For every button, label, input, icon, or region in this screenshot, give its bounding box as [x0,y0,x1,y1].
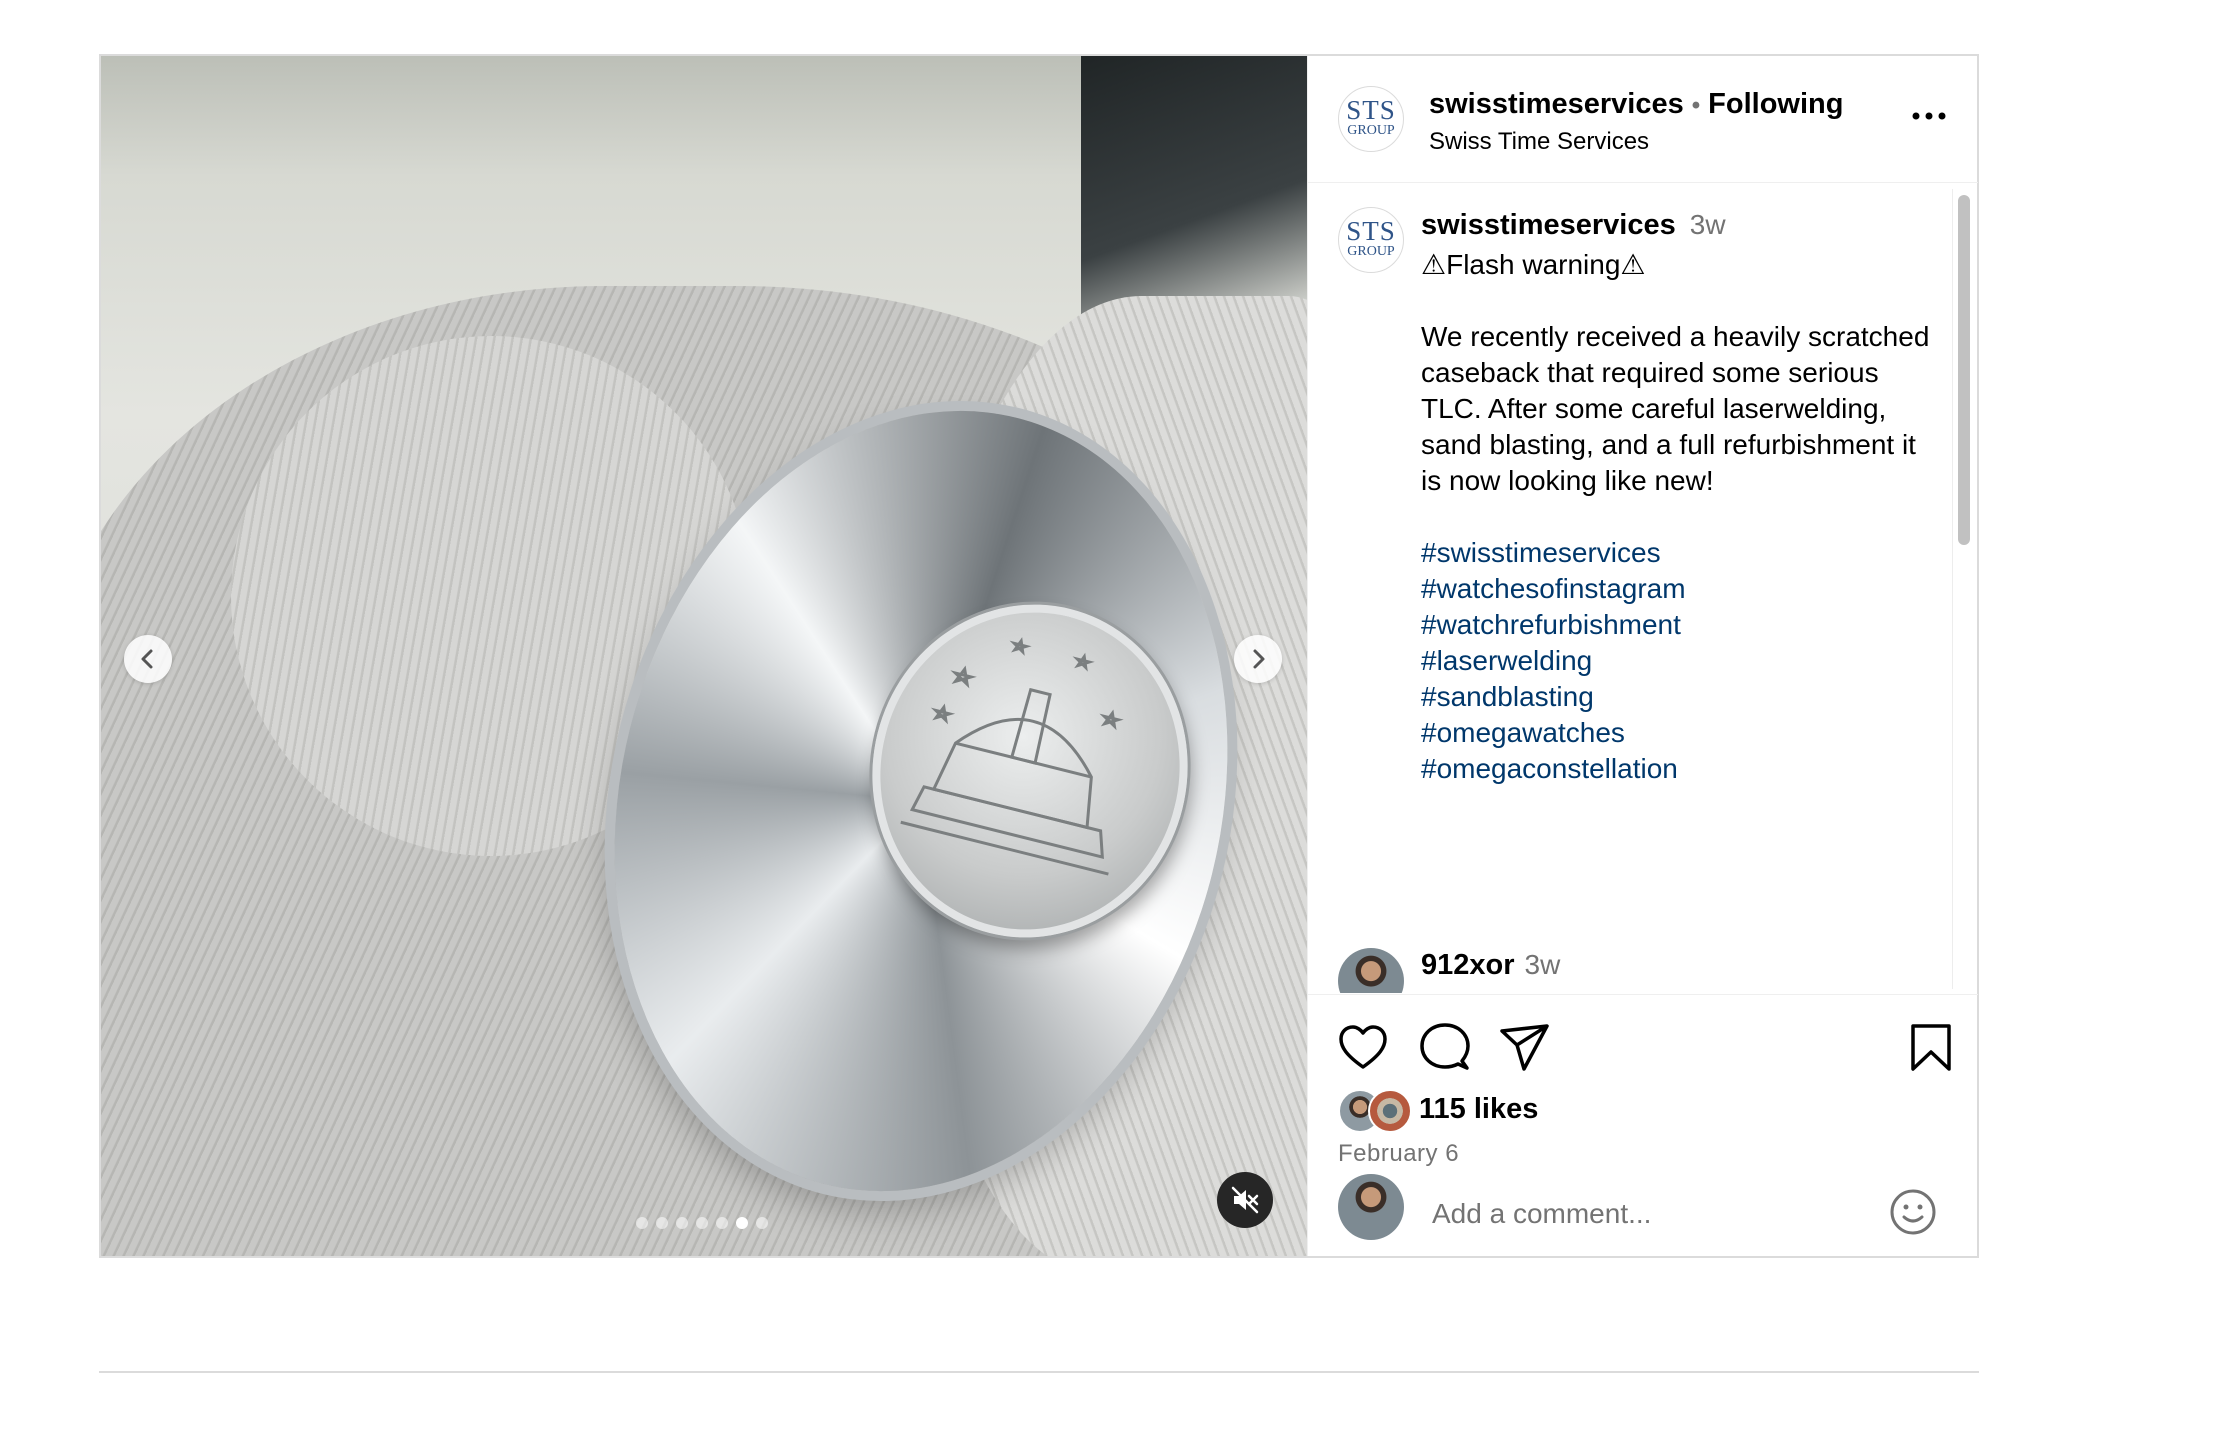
following-button[interactable]: Following [1708,88,1843,120]
comment-time[interactable]: 3w [1525,949,1561,980]
smiley-icon [1890,1189,1936,1235]
likes-count[interactable]: 115 likes [1419,1093,1538,1126]
background-shadow [1081,56,1307,316]
caption-text: ⚠Flash warning⚠ We recently received a h… [1421,247,1941,787]
header-user-row: swisstimeservices • Following [1429,88,1843,121]
post-media[interactable] [101,56,1307,1256]
post-header: STS GROUP swisstimeservices • Following Sw… [1308,56,1978,183]
carousel-dot [636,1217,648,1229]
carousel-dot [756,1217,768,1229]
avatar-logo-text: STS [1346,95,1396,125]
hashtag-link[interactable]: #watchrefurbishment [1421,607,1941,643]
carousel-dot-active [736,1217,748,1229]
comment-input[interactable] [1430,1193,1854,1235]
hashtag-link[interactable]: #omegaconstellation [1421,751,1941,787]
caption-warning: ⚠Flash warning⚠ [1421,249,1646,280]
chevron-right-icon [1253,649,1265,669]
carousel-dot [716,1217,728,1229]
hashtag-link[interactable]: #laserwelding [1421,643,1941,679]
hashtag-link[interactable]: #swisstimeservices [1421,535,1941,571]
caption-body: We recently received a heavily scratched… [1421,321,1930,496]
liker-avatars[interactable] [1338,1089,1412,1133]
chevron-left-icon [141,649,153,669]
carousel-dot [656,1217,668,1229]
post-side-panel: STS GROUP swisstimeservices • Following Sw… [1307,56,1978,1256]
emoji-button[interactable] [1888,1187,1938,1237]
avatar-logo-text: STS [1346,216,1396,246]
carousel-dot [676,1217,688,1229]
add-comment-row [1308,1157,1978,1257]
previous-slide-button[interactable] [124,635,172,683]
scrollbar-thumb[interactable] [1958,195,1970,545]
hashtag-link[interactable]: #watchesofinstagram [1421,571,1941,607]
caption-user-row: swisstimeservices 3w [1421,209,1726,242]
account-avatar[interactable]: STS GROUP [1338,86,1404,152]
share-icon[interactable] [1498,1021,1552,1075]
hashtag-list: #swisstimeservices #watchesofinstagram #… [1421,535,1941,787]
avatar-logo-subtext: GROUP [1347,123,1395,138]
bookmark-icon[interactable] [1904,1021,1958,1075]
instagram-post: STS GROUP swisstimeservices • Following Sw… [99,54,1979,1258]
commenter-avatar[interactable] [1338,948,1404,993]
comment-icon[interactable] [1418,1021,1472,1075]
ellipsis-icon [1912,112,1946,120]
unmute-button[interactable] [1217,1172,1273,1228]
header-username-link[interactable]: swisstimeservices [1429,88,1684,120]
section-divider [99,1371,1979,1373]
caption-username-link[interactable]: swisstimeservices [1421,209,1676,241]
carousel-indicator [636,1217,768,1229]
current-user-avatar [1338,1174,1404,1240]
hashtag-link[interactable]: #omegawatches [1421,715,1941,751]
comment-username-link[interactable]: 912xor [1421,949,1515,981]
heart-icon[interactable] [1336,1021,1390,1075]
header-subtitle: Swiss Time Services [1429,128,1650,155]
comment-user-row: 912xor 3w [1421,949,1560,982]
muted-speaker-icon [1231,1186,1259,1214]
liker-avatar [1368,1089,1412,1133]
avatar-logo-subtext: GROUP [1347,244,1395,259]
more-options-button[interactable] [1904,96,1954,136]
hashtag-link[interactable]: #sandblasting [1421,679,1941,715]
caption-time[interactable]: 3w [1690,209,1726,240]
caption-avatar[interactable]: STS GROUP [1338,207,1404,273]
comments-section[interactable]: STS GROUP swisstimeservices 3w ⚠Flash war… [1308,183,1978,993]
carousel-dot [696,1217,708,1229]
separator-dot: • [1691,92,1701,119]
next-slide-button[interactable] [1234,635,1282,683]
